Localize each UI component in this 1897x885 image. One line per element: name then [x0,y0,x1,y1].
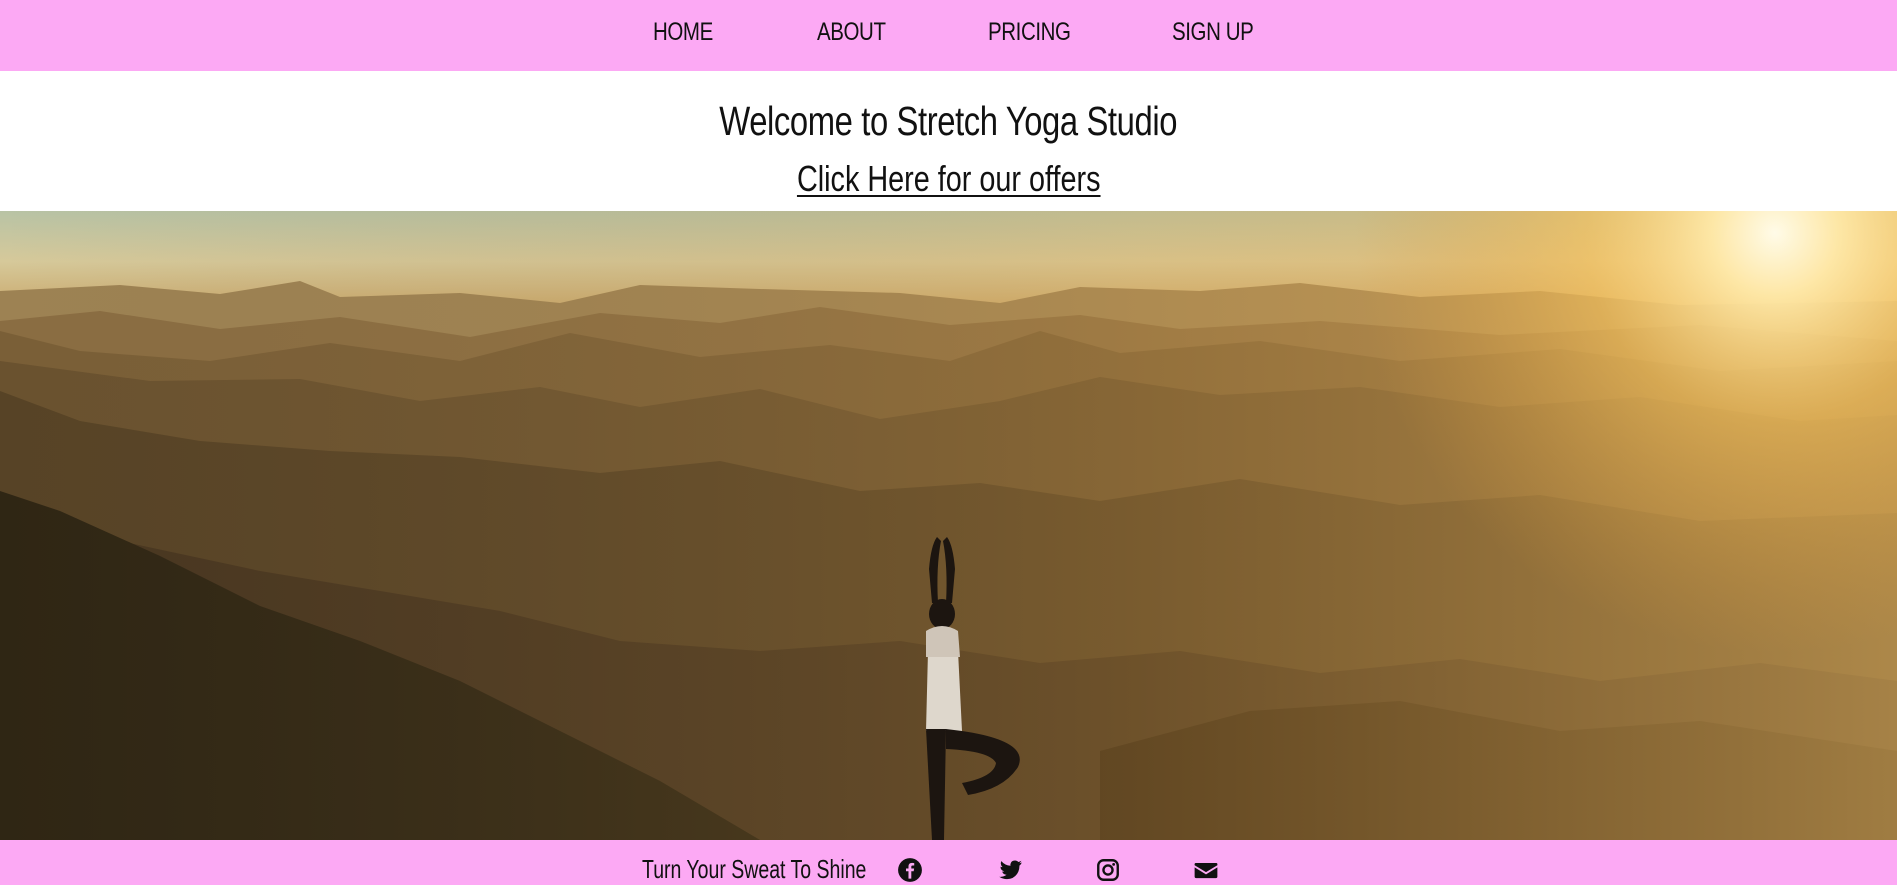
nav-pricing-link[interactable]: PRICING [988,18,1071,47]
hero-image [0,211,1897,840]
nav-about-link[interactable]: ABOUT [817,18,886,47]
footer: Turn Your Sweat To Shine [0,840,1897,885]
offers-link[interactable]: Click Here for our offers [797,158,1101,200]
mountain-sunset-scene [0,211,1897,840]
facebook-icon[interactable] [897,857,923,883]
envelope-icon[interactable] [1193,857,1219,883]
footer-tagline: Turn Your Sweat To Shine [642,854,867,884]
page-title: Welcome to Stretch Yoga Studio [719,98,1178,144]
nav-signup-link[interactable]: SIGN UP [1172,18,1254,47]
top-navbar: HOME ABOUT PRICING SIGN UP [0,0,1897,71]
instagram-icon[interactable] [1095,857,1121,883]
nav-home-link[interactable]: HOME [653,18,713,47]
offers-link-wrapper: Click Here for our offers [0,158,1897,200]
welcome-section: Welcome to Stretch Yoga Studio Click Her… [0,71,1897,211]
twitter-icon[interactable] [997,857,1023,883]
